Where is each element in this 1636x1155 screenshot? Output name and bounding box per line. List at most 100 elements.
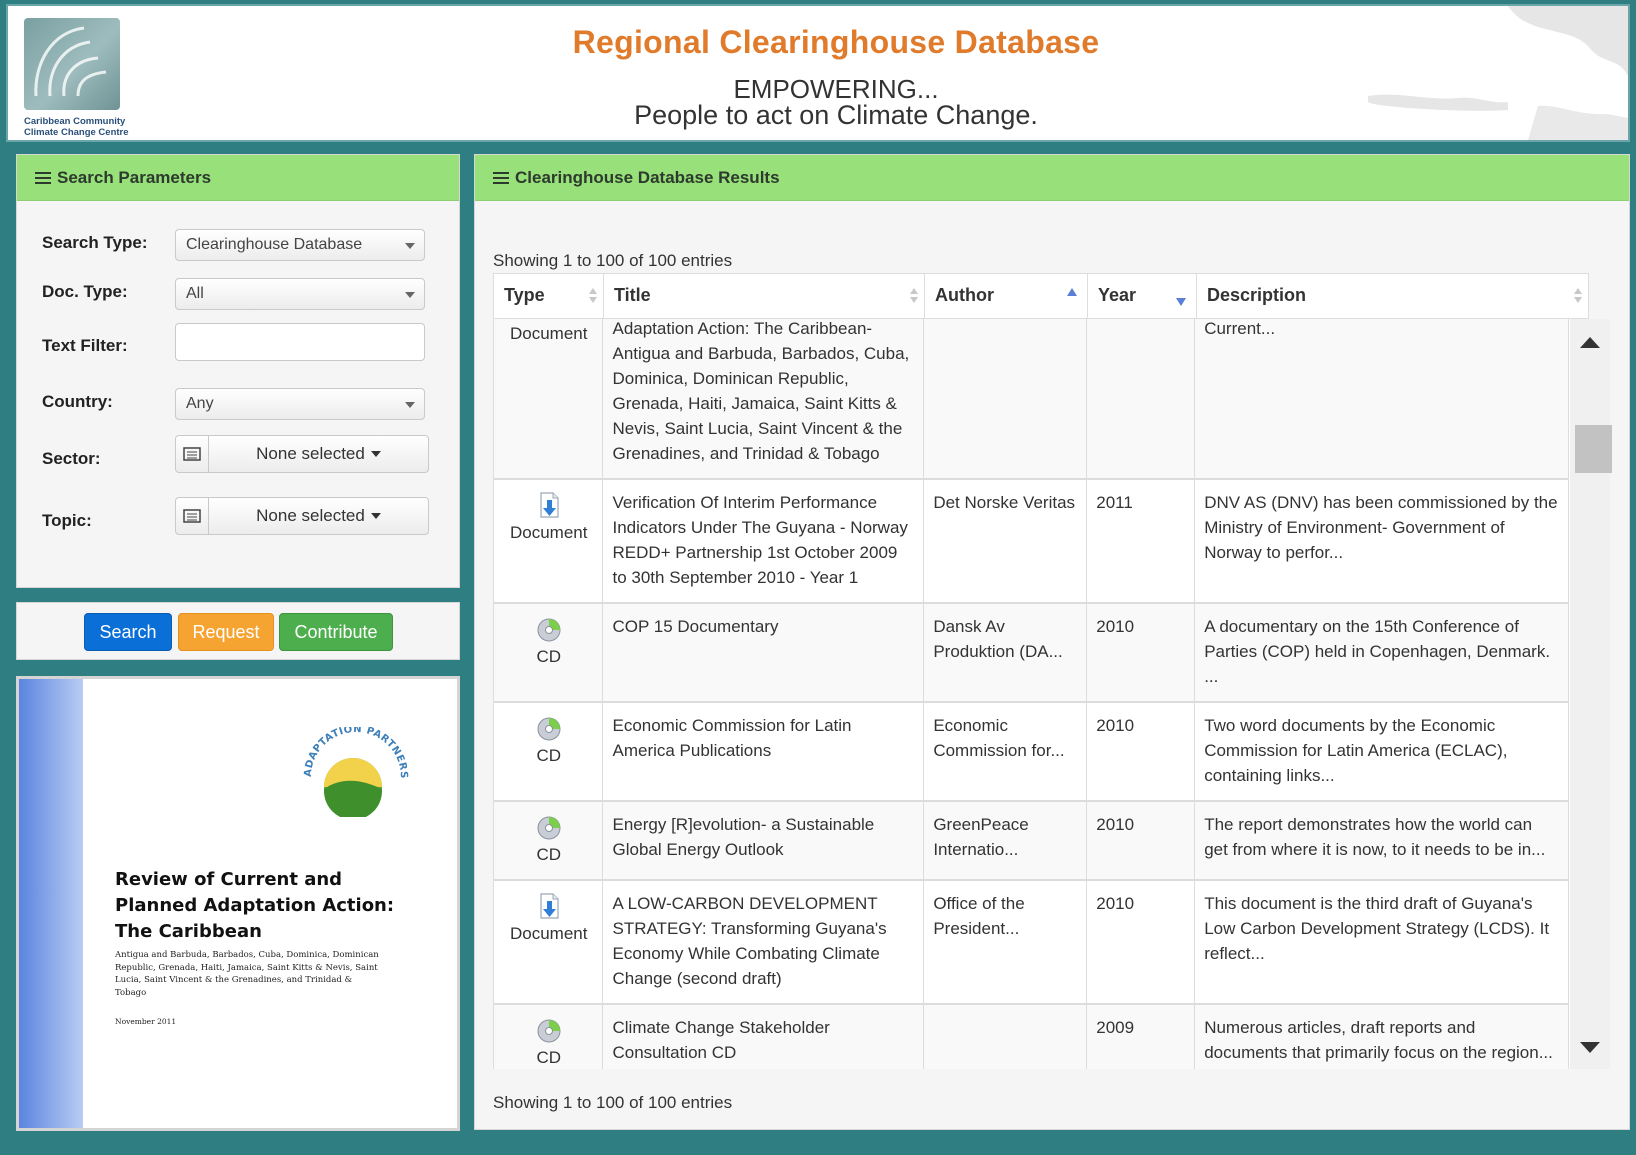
sector-dropdown-button[interactable]: None selected [209, 436, 428, 472]
cell-author: Dansk Av Produktion (DA... [923, 603, 1088, 703]
action-buttons-panel: Search Request Contribute [16, 602, 460, 660]
menu-icon [35, 171, 51, 184]
cell-author: Det Norske Veritas [923, 479, 1088, 604]
column-header-description[interactable]: Description [1197, 274, 1588, 318]
results-header: Clearinghouse Database Results [475, 155, 1629, 201]
search-type-select[interactable]: Clearinghouse Database [175, 229, 425, 261]
cd-icon[interactable] [503, 614, 594, 644]
column-header-author[interactable]: Author [925, 274, 1088, 318]
column-header-year[interactable]: Year [1088, 274, 1197, 318]
chevron-down-icon [405, 402, 415, 408]
cell-type[interactable]: Document [494, 880, 604, 1005]
table-row[interactable]: CD COP 15 Documentary Dansk Av Produktion … [494, 603, 1569, 703]
cell-type[interactable]: Document [494, 479, 604, 604]
header-banner: Caribbean Community Climate Change Centr… [6, 4, 1630, 142]
country-value: Any [186, 395, 214, 412]
cell-description: completed as a contribution to the Revie… [1194, 319, 1569, 480]
cell-year: 2011 [1086, 479, 1196, 604]
contribute-button[interactable]: Contribute [279, 613, 393, 651]
cover-subtitle: Antigua and Barbuda, Barbados, Cuba, Dom… [115, 950, 379, 998]
table-row[interactable]: CD Economic Commission for Latin America … [494, 702, 1569, 802]
column-author-label: Author [935, 285, 994, 305]
cell-year: 2010 [1086, 702, 1196, 802]
column-description-label: Description [1207, 285, 1307, 305]
cd-icon[interactable] [503, 1015, 594, 1045]
search-type-label: Search Type: [42, 233, 148, 252]
table-row[interactable]: Document Review of Current and Planned Ad… [494, 319, 1569, 480]
cell-description: Two word documents by the Economic Commi… [1194, 702, 1569, 802]
type-label: CD [536, 845, 562, 864]
scroll-thumb[interactable] [1575, 425, 1612, 473]
cell-description: DNV AS (DNV) has been commissioned by th… [1194, 479, 1569, 604]
column-header-type[interactable]: Type [494, 274, 604, 318]
menu-icon [493, 171, 509, 184]
cell-type[interactable]: CD [494, 702, 604, 802]
type-label: Document [510, 324, 588, 343]
caret-down-icon [370, 513, 381, 519]
country-select[interactable]: Any [175, 388, 425, 420]
cell-title[interactable]: Climate Change Stakeholder Consultation … [602, 1004, 925, 1069]
cell-author: Office of the President... [923, 880, 1088, 1005]
search-type-value: Clearinghouse Database [186, 236, 363, 253]
document-preview[interactable]: ADAPTATION PARTNERSHIP Review of Current… [16, 676, 460, 1131]
cell-title[interactable]: A LOW-CARBON DEVELOPMENT STRATEGY: Trans… [602, 880, 925, 1005]
cover-title: Review of Current and Planned Adaptation… [115, 869, 395, 942]
chevron-down-icon [405, 243, 415, 249]
scroll-down-arrow-icon[interactable] [1580, 1042, 1600, 1053]
topic-label: Topic: [42, 511, 92, 530]
cell-description: The report demonstrates how the world ca… [1194, 801, 1569, 881]
cell-type[interactable]: Document [494, 319, 604, 480]
cell-year: 2010 [1086, 880, 1196, 1005]
country-label: Country: [42, 392, 113, 411]
site-title: Regional Clearinghouse Database [572, 24, 1100, 60]
table-row[interactable]: Document Verification Of Interim Performa… [494, 479, 1569, 604]
search-parameters-panel: Search Parameters Search Type: Clearingh… [16, 154, 460, 588]
scroll-up-arrow-icon[interactable] [1580, 337, 1600, 348]
topic-value: None selected [256, 506, 365, 525]
topic-multiselect[interactable]: None selected [175, 497, 429, 535]
cell-year: 2009 [1086, 1004, 1196, 1069]
table-row[interactable]: CD Energy [R]evolution- a Sustainable Glo… [494, 801, 1569, 881]
sort-icon [910, 288, 918, 306]
cover-side-strip [19, 679, 83, 1128]
cd-icon[interactable] [503, 812, 594, 842]
document-download-icon[interactable] [503, 319, 594, 321]
list-icon [176, 436, 209, 472]
chevron-down-icon [405, 292, 415, 298]
cell-description: Numerous articles, draft reports and doc… [1194, 1004, 1569, 1069]
cell-author: Economic Commission for... [923, 702, 1088, 802]
sort-ascending-icon [1067, 288, 1077, 296]
tagline-line-2: People to act on Climate Change. [634, 100, 1038, 130]
cell-type[interactable]: CD [494, 1004, 604, 1069]
cell-title[interactable]: Economic Commission for Latin America Pu… [602, 702, 925, 802]
cell-title[interactable]: Review of Current and Planned Adaptation… [602, 319, 925, 480]
cell-author: Hilary Hove... [923, 319, 1088, 480]
request-button[interactable]: Request [178, 613, 274, 651]
list-icon [176, 498, 209, 534]
text-filter-label: Text Filter: [42, 336, 128, 355]
search-button[interactable]: Search [84, 613, 172, 651]
cell-year: 2010 [1086, 801, 1196, 881]
table-row[interactable]: Document A LOW-CARBON DEVELOPMENT STRATEG… [494, 880, 1569, 1005]
cell-year: 2010 [1086, 603, 1196, 703]
sort-descending-icon [1176, 298, 1186, 306]
cell-title[interactable]: Verification Of Interim Performance Indi… [602, 479, 925, 604]
column-title-label: Title [614, 285, 651, 305]
table-row[interactable]: CD Climate Change Stakeholder Consultatio… [494, 1004, 1569, 1069]
cell-type[interactable]: CD [494, 801, 604, 881]
document-download-icon[interactable] [503, 490, 594, 520]
column-header-title[interactable]: Title [604, 274, 925, 318]
topic-dropdown-button[interactable]: None selected [209, 498, 428, 534]
sector-multiselect[interactable]: None selected [175, 435, 429, 473]
doc-type-select[interactable]: All [175, 278, 425, 310]
cell-title[interactable]: COP 15 Documentary [602, 603, 925, 703]
cd-icon[interactable] [503, 713, 594, 743]
cell-type[interactable]: CD [494, 603, 604, 703]
text-filter-input[interactable] [175, 323, 425, 361]
cell-title[interactable]: Energy [R]evolution- a Sustainable Globa… [602, 801, 925, 881]
table-body-scroll[interactable]: Document Review of Current and Planned Ad… [493, 319, 1589, 1069]
document-download-icon[interactable] [503, 891, 594, 921]
column-year-label: Year [1098, 285, 1137, 305]
table-scrollbar[interactable] [1570, 319, 1612, 1069]
cell-description: This document is the third draft of Guya… [1194, 880, 1569, 1005]
